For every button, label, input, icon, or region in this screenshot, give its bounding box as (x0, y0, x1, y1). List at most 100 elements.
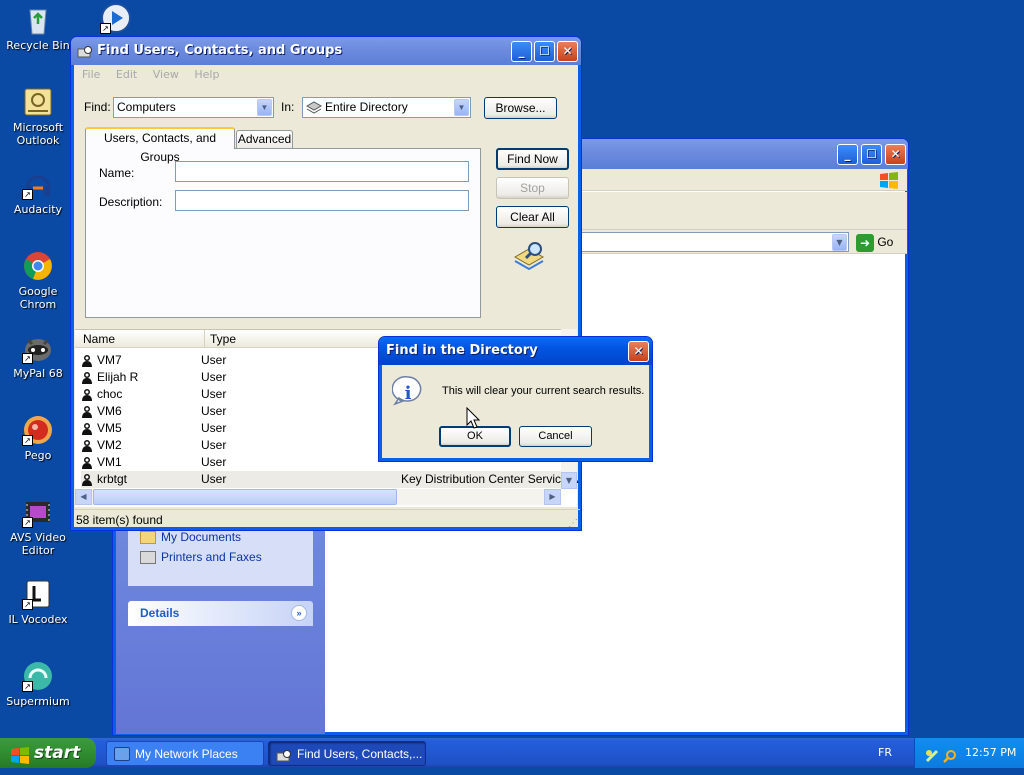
details-panel-header[interactable]: Details » (128, 601, 313, 626)
shortcut-arrow-icon: ↗ (22, 517, 33, 528)
shortcut-arrow-icon: ↗ (22, 435, 33, 446)
taskbar-item-find-users[interactable]: Find Users, Contacts,... (268, 741, 426, 766)
chevron-down-icon[interactable]: ▼ (454, 99, 469, 116)
scroll-right-icon[interactable]: ▶ (544, 489, 561, 505)
link-my-documents[interactable]: My Documents (140, 530, 241, 545)
film-icon: ↗ (22, 496, 54, 528)
desktop-icon-label: Recycle Bin (6, 39, 70, 52)
desktop-icon-label: MyPal 68 (13, 367, 63, 380)
in-scope-value: Entire Directory (325, 100, 408, 114)
desktop-icon-avs-video-editor[interactable]: ↗ AVS Video Editor (0, 496, 76, 557)
desktop-icon-google-chrome[interactable]: Google Chrom (0, 250, 76, 311)
folder-icon (140, 531, 156, 545)
scroll-left-icon[interactable]: ◀ (75, 489, 92, 505)
system-tray: 12:57 PM (914, 738, 1024, 768)
tab-advanced[interactable]: Advanced (236, 130, 293, 148)
scroll-down-icon[interactable]: ▼ (561, 472, 577, 489)
find-type-select[interactable]: Computers ▼ (113, 97, 274, 118)
menu-view[interactable]: View (153, 68, 179, 81)
user-icon (81, 456, 93, 469)
find-window-titlebar[interactable]: Find Users, Contacts, and Groups _ ☐ ✕ (71, 37, 581, 65)
language-indicator[interactable]: FR (878, 738, 892, 768)
user-icon (81, 439, 93, 452)
desktop-icon-recycle-bin[interactable]: Recycle Bin (0, 4, 76, 52)
start-button[interactable]: start (0, 738, 96, 768)
ok-button[interactable]: OK (439, 426, 511, 447)
audacity-icon: ↗ (22, 168, 54, 200)
cancel-button[interactable]: Cancel (519, 426, 592, 447)
clock[interactable]: 12:57 PM (965, 738, 1016, 768)
minimize-button[interactable]: _ (511, 41, 532, 62)
menu-edit[interactable]: Edit (116, 68, 137, 81)
recycle-bin-icon (22, 4, 54, 36)
link-printers-and-faxes[interactable]: Printers and Faxes (140, 550, 262, 565)
vocodex-icon: ↗ (22, 578, 54, 610)
desktop-icon-audacity[interactable]: ↗ Audacity (0, 168, 76, 216)
find-label: Find: (84, 100, 111, 114)
status-bar: 58 item(s) found ⋰ (74, 509, 580, 529)
find-window-icon (77, 43, 93, 59)
row-type: User (201, 421, 227, 435)
stop-button[interactable]: Stop (496, 177, 569, 199)
table-row[interactable]: krbtgt User Key Distribution Center Servic… (81, 471, 578, 488)
desktop-icon-mypal[interactable]: ↗ MyPal 68 (0, 332, 76, 380)
windows-logo-icon (879, 171, 899, 189)
user-icon (81, 388, 93, 401)
desktop-icon-il-vocodex[interactable]: ↗ IL Vocodex (0, 578, 76, 626)
maximize-button[interactable]: ☐ (534, 41, 555, 62)
maximize-button[interactable]: ☐ (861, 144, 882, 165)
printer-icon (140, 551, 156, 565)
dialog-titlebar[interactable]: Find in the Directory ✕ (379, 337, 652, 365)
desktop-icon-label: Microsoft Outlook (12, 121, 64, 147)
tray-search-icon[interactable] (943, 745, 957, 763)
desktop-icon-media-player[interactable]: ↗ (78, 2, 154, 37)
desktop-icon-supermium[interactable]: ↗ Supermium (0, 660, 76, 708)
chevron-down-icon[interactable]: ▼ (257, 99, 272, 116)
row-name: VM6 (97, 404, 122, 418)
taskbar-item-my-network-places[interactable]: My Network Places (106, 741, 264, 766)
in-label: In: (281, 100, 295, 114)
directory-icon (305, 101, 323, 114)
menu-help[interactable]: Help (194, 68, 219, 81)
chevron-down-icon[interactable]: » (291, 605, 307, 621)
minimize-button[interactable]: _ (837, 144, 858, 165)
name-input[interactable] (175, 161, 469, 182)
row-type: User (201, 438, 227, 452)
in-scope-select[interactable]: Entire Directory ▼ (302, 97, 471, 118)
row-type: User (201, 387, 227, 401)
shortcut-arrow-icon: ↗ (22, 599, 33, 610)
menu-file[interactable]: File (82, 68, 100, 81)
user-icon (81, 473, 93, 486)
close-button[interactable]: ✕ (885, 144, 906, 165)
find-in-directory-dialog: Find in the Directory ✕ i This will clea… (378, 336, 653, 462)
close-button[interactable]: ✕ (628, 341, 649, 362)
desktop-icon-outlook[interactable]: Microsoft Outlook (0, 86, 76, 147)
menu-bar: File Edit View Help (74, 65, 578, 85)
column-header-type[interactable]: Type (204, 330, 236, 348)
browse-button[interactable]: Browse... (484, 97, 557, 119)
row-name: choc (97, 387, 123, 401)
go-arrow-icon: ➜ (856, 233, 874, 252)
horizontal-scrollbar[interactable]: ◀ ▶ (75, 489, 561, 505)
find-type-value: Computers (117, 100, 176, 114)
outlook-icon (22, 86, 54, 118)
close-button[interactable]: ✕ (557, 41, 578, 62)
chevron-down-icon[interactable]: ▼ (832, 234, 847, 251)
description-input[interactable] (175, 190, 469, 211)
find-now-button[interactable]: Find Now (496, 148, 569, 170)
tab-users-contacts-groups[interactable]: Users, Contacts, and Groups (85, 127, 235, 164)
scroll-thumb[interactable] (93, 489, 397, 505)
desktop-icon-pego[interactable]: ↗ Pego (0, 414, 76, 462)
row-name: Elijah R (97, 370, 139, 384)
windows-logo-icon (10, 744, 30, 764)
go-button[interactable]: ➜ Go (856, 232, 904, 252)
user-icon (81, 371, 93, 384)
search-animation-icon (511, 239, 547, 275)
resize-grip-icon[interactable]: ⋰ (568, 514, 578, 534)
tray-network-icon[interactable] (925, 745, 939, 763)
row-type: User (201, 455, 227, 469)
pego-icon: ↗ (22, 414, 54, 446)
clear-all-button[interactable]: Clear All (496, 206, 569, 228)
dialog-title: Find in the Directory (386, 343, 538, 358)
column-header-name[interactable]: Name (83, 330, 115, 348)
